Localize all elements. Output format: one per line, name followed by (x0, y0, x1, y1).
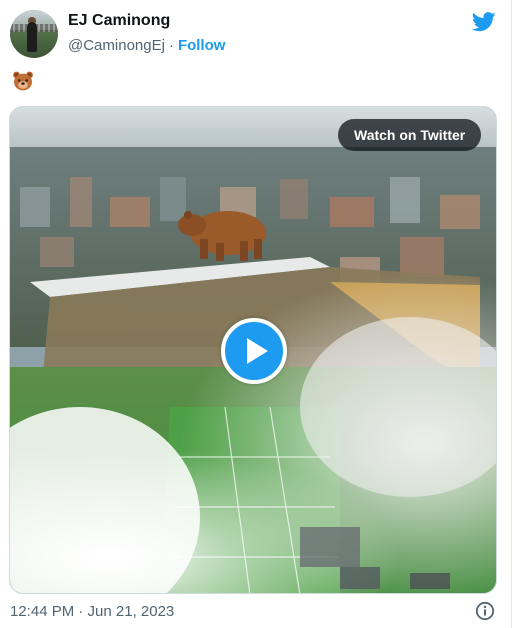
tweet-timestamp[interactable]: 12:44 PM · Jun 21, 2023 (10, 603, 174, 620)
play-icon (247, 338, 268, 364)
author-handle-row: @CaminongEj · Follow (68, 37, 225, 54)
tweet-card: EJ Caminong @CaminongEj · Follow Watch o… (0, 0, 512, 628)
play-button[interactable] (221, 318, 287, 384)
author-name[interactable]: EJ Caminong (68, 12, 170, 30)
video-media[interactable]: Watch on Twitter (9, 106, 497, 594)
twitter-bird-icon[interactable] (472, 12, 496, 32)
watch-on-twitter-button[interactable]: Watch on Twitter (338, 119, 482, 151)
author-handle[interactable]: @CaminongEj (68, 37, 165, 54)
author-avatar[interactable] (10, 10, 58, 58)
avatar-person (27, 22, 37, 52)
info-icon[interactable] (475, 601, 495, 621)
bear-face-emoji-icon (13, 71, 33, 91)
follow-button[interactable]: Follow (178, 37, 226, 54)
handle-separator: · (168, 37, 174, 54)
